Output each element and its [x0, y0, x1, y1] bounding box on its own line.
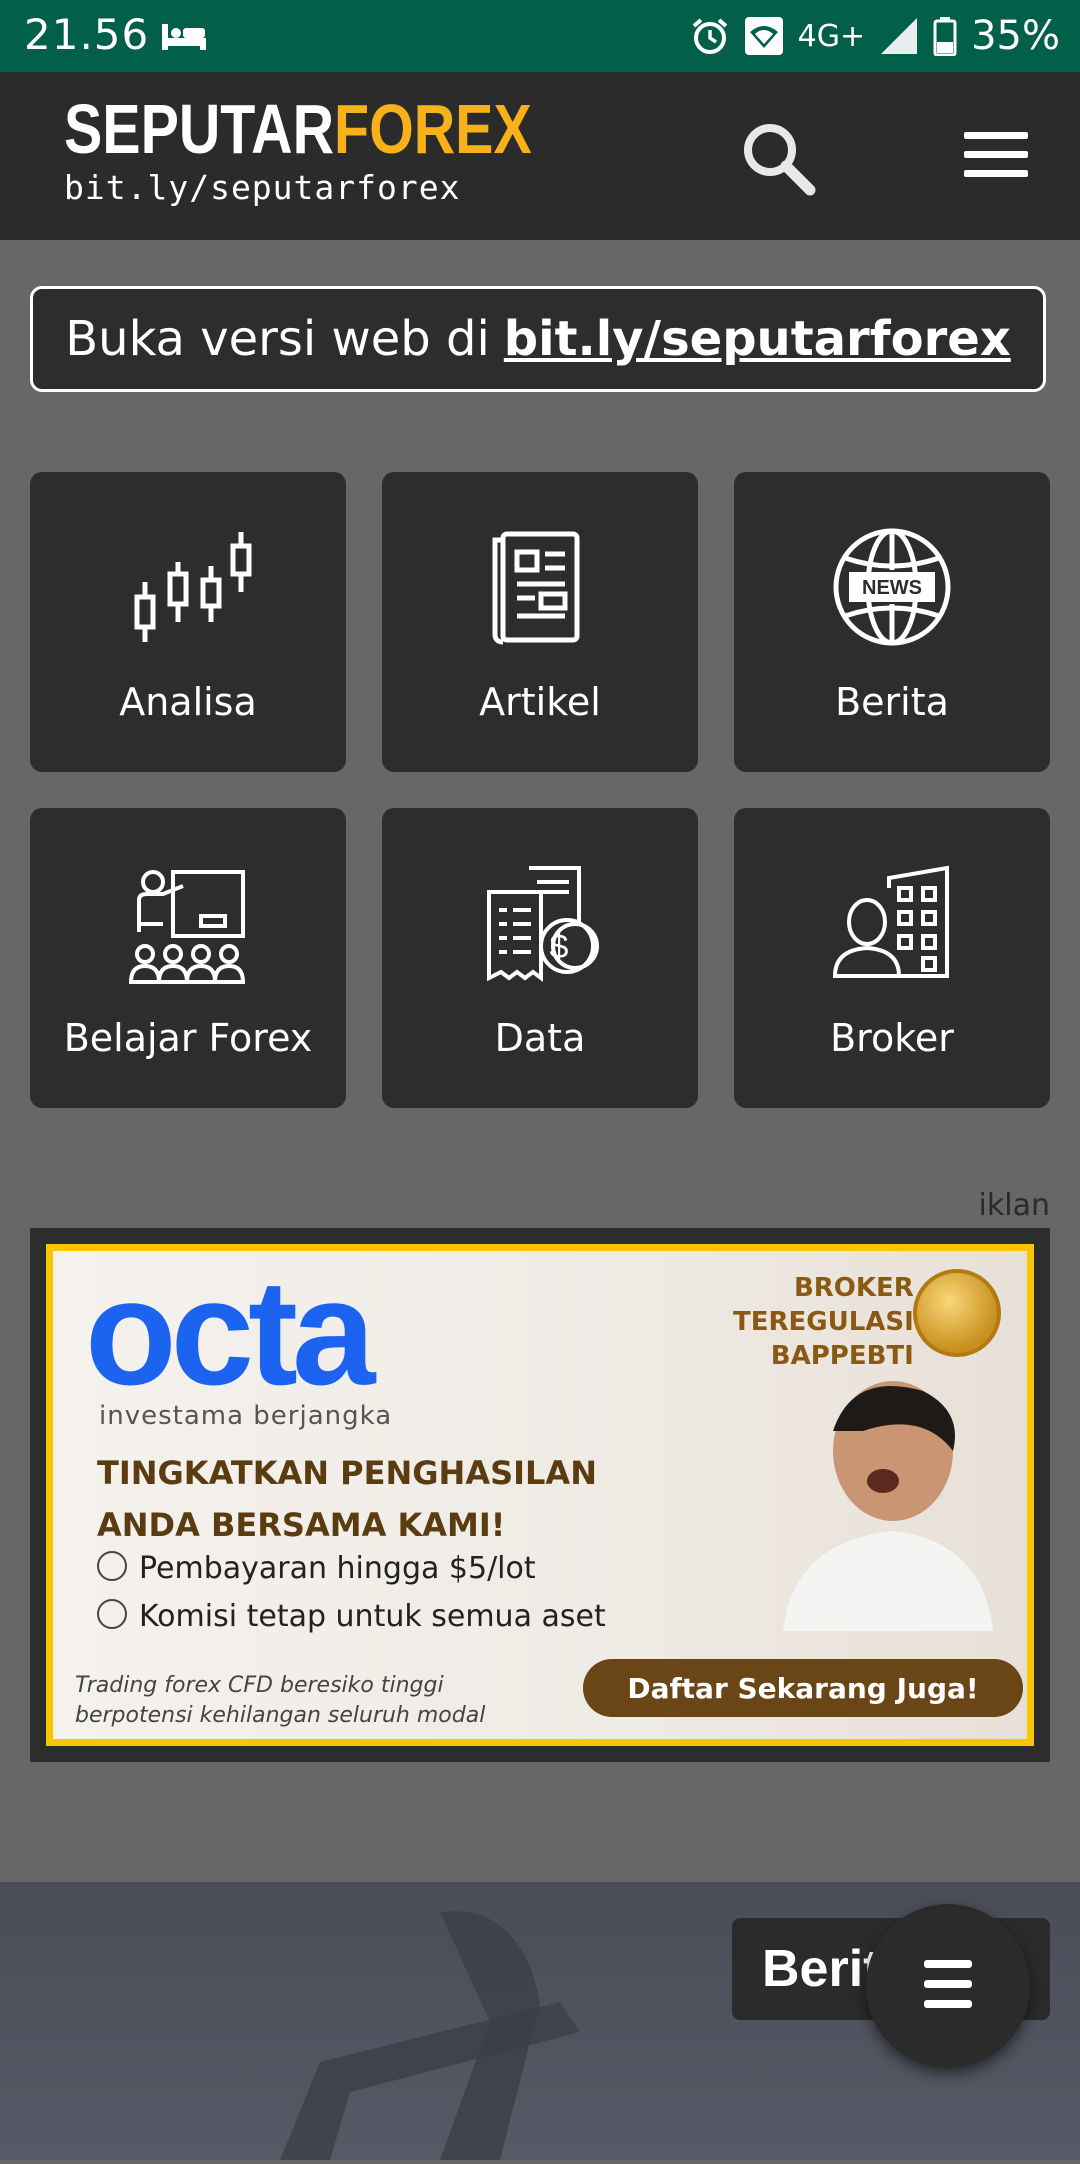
check-icon	[97, 1599, 127, 1629]
floating-menu-button[interactable]	[866, 1904, 1030, 2068]
tile-analisa[interactable]: Analisa	[30, 472, 346, 772]
ad-brand-subtitle: investama berjangka	[99, 1401, 393, 1431]
logo-part2: FOREX	[334, 90, 532, 168]
web-banner-link[interactable]: bit.ly/seputarforex	[504, 311, 1011, 367]
status-bar: 21.56 4G+ 35%	[0, 0, 1080, 72]
web-version-banner[interactable]: Buka versi web di bit.ly/seputarforex	[30, 286, 1046, 392]
receipt-dollar-icon: $	[487, 866, 599, 982]
ad-brand-logo: octa	[85, 1248, 375, 1416]
ad-bullet: Pembayaran hingga $5/lot	[97, 1551, 536, 1586]
tile-label: Data	[494, 1016, 586, 1060]
ad-label: iklan	[978, 1188, 1050, 1223]
ad-cta-button[interactable]: Daftar Sekarang Juga!	[583, 1659, 1023, 1717]
logo-part1: SEPUTAR	[64, 90, 335, 168]
tile-label: Artikel	[479, 680, 601, 724]
tile-label: Broker	[830, 1016, 954, 1060]
ad-bullet-text: Komisi tetap untuk semua aset	[139, 1599, 606, 1634]
ad-disclaimer: Trading forex CFD beresiko tinggi berpot…	[75, 1671, 485, 1731]
ad-disclaimer-line2: berpotensi kehilangan seluruh modal	[75, 1703, 486, 1728]
medal-icon	[913, 1269, 1001, 1357]
ad-bullet: Komisi tetap untuk semua aset	[97, 1599, 606, 1634]
person-photo	[783, 1381, 993, 1631]
ad-disclaimer-line1: Trading forex CFD beresiko tinggi	[75, 1673, 444, 1698]
battery-icon	[933, 17, 957, 56]
ad-headline-line2: ANDA BERSAMA KAMI!	[97, 1506, 506, 1544]
ad-broker-badge: BROKER TEREGULASI BAPPEBTI	[733, 1271, 914, 1373]
ad-broker-line2: TEREGULASI	[733, 1307, 914, 1337]
tile-data[interactable]: $ Data	[382, 808, 698, 1108]
tile-belajar-forex[interactable]: Belajar Forex	[30, 808, 346, 1108]
tile-artikel[interactable]: Artikel	[382, 472, 698, 772]
svg-text:$: $	[550, 928, 569, 966]
svg-text:NEWS: NEWS	[862, 577, 922, 599]
classroom-icon	[128, 870, 246, 984]
tile-berita[interactable]: NEWS Berita	[734, 472, 1050, 772]
sleep-icon	[162, 24, 206, 50]
menu-bar	[964, 151, 1028, 158]
check-icon	[97, 1551, 127, 1581]
person-building-icon	[832, 865, 949, 978]
tile-label: Analisa	[119, 680, 257, 724]
menu-bar	[924, 2000, 972, 2008]
menu-bar	[964, 170, 1028, 177]
tile-label: Belajar Forex	[63, 1016, 313, 1060]
ad-headline-line1: TINGKATKAN PENGHASILAN	[97, 1454, 597, 1492]
ad-bullet-text: Pembayaran hingga $5/lot	[139, 1551, 536, 1586]
tile-broker[interactable]: Broker	[734, 808, 1050, 1108]
ad-headline: TINGKATKAN PENGHASILAN ANDA BERSAMA KAMI…	[97, 1447, 597, 1551]
ad-banner[interactable]: octa investama berjangka TINGKATKAN PENG…	[30, 1228, 1050, 1762]
ad-broker-line1: BROKER	[793, 1273, 914, 1303]
ad-creative[interactable]: octa investama berjangka TINGKATKAN PENG…	[46, 1244, 1034, 1746]
site-logo[interactable]: SEPUTARFOREX bit.ly/seputarforex	[64, 92, 634, 207]
network-type: 4G+	[797, 18, 866, 54]
newspaper-icon	[492, 531, 580, 645]
candlestick-icon	[134, 532, 252, 642]
signal-icon	[881, 18, 918, 54]
logo-text: SEPUTARFOREX	[64, 92, 532, 166]
web-banner-text: Buka versi web di	[65, 311, 490, 367]
menu-bar	[924, 1960, 972, 1968]
alarm-icon	[692, 18, 727, 54]
app-header: SEPUTARFOREX bit.ly/seputarforex	[0, 72, 1080, 240]
menu-bar	[924, 1980, 972, 1988]
search-icon[interactable]	[738, 118, 818, 198]
menu-icon[interactable]	[964, 132, 1028, 184]
logo-subtitle: bit.ly/seputarforex	[64, 168, 461, 207]
globe-news-icon: NEWS	[833, 528, 951, 646]
wifi-icon	[744, 17, 783, 55]
menu-bar	[964, 132, 1028, 139]
battery-percent: 35%	[971, 13, 1060, 59]
tile-label: Berita	[835, 680, 949, 724]
status-time: 21.56	[24, 10, 150, 59]
ad-broker-line3: BAPPEBTI	[770, 1341, 914, 1371]
